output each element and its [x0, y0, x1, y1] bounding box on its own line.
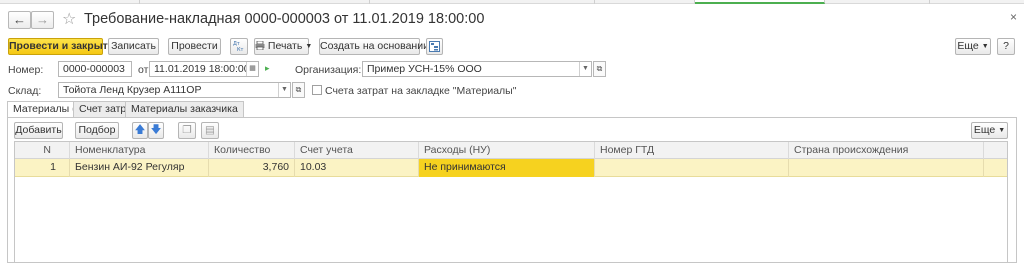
arrow-right-icon: →: [36, 12, 49, 27]
calendar-arrow-icon[interactable]: ▸: [265, 63, 270, 74]
page-title: Требование-накладная 0000-000003 от 11.0…: [84, 11, 485, 27]
cell-gtd[interactable]: [595, 159, 789, 177]
cell-country[interactable]: [789, 159, 984, 177]
chevron-down-icon: ▼: [998, 127, 1006, 134]
move-down-button[interactable]: 🡇: [148, 122, 164, 139]
table-row[interactable]: 1 Бензин АИ-92 Регуляр 3,760 10.03 Не пр…: [15, 159, 1007, 177]
column-header-expenses[interactable]: Расходы (НУ): [419, 142, 595, 159]
cell-expenses[interactable]: Не принимаются: [419, 159, 595, 177]
organization-field[interactable]: Пример УСН-15% ООО ▼: [362, 61, 592, 77]
date-value: 11.01.2019 18:00:00: [154, 63, 250, 75]
chevron-down-icon[interactable]: ▼: [579, 62, 591, 76]
arrow-up-icon: 🡅: [134, 124, 146, 136]
svg-text:Кт: Кт: [237, 47, 244, 52]
arrow-down-icon: 🡇: [150, 124, 162, 136]
title-bar: ← → ☆ Требование-накладная 0000-000003 о…: [0, 6, 1024, 34]
cost-accounts-checkbox-label: Счета затрат на закладке "Материалы": [325, 85, 517, 97]
create-based-on-button[interactable]: Создать на основании▼: [319, 38, 439, 55]
number-label: Номер:: [8, 64, 44, 76]
copy-row-button[interactable]: ❐: [178, 122, 196, 139]
warehouse-field[interactable]: Тойота Ленд Крузер А111ОР ▼: [58, 82, 291, 98]
window-tab[interactable]: [825, 0, 930, 4]
table-header: N Номенклатура Количество Счет учета Рас…: [15, 142, 1007, 159]
materials-table: N Номенклатура Количество Счет учета Рас…: [14, 141, 1008, 263]
structure-button[interactable]: [426, 38, 443, 55]
cell-n[interactable]: 1: [15, 159, 70, 177]
warehouse-value: Тойота Ленд Крузер А111ОР: [63, 84, 202, 96]
close-icon[interactable]: ×: [1010, 10, 1017, 24]
arrow-left-icon: ←: [13, 12, 26, 27]
structure-icon: [429, 41, 440, 52]
more-button[interactable]: Еще ▼: [955, 38, 991, 55]
chevron-down-icon[interactable]: ▼: [278, 83, 290, 97]
column-header-account[interactable]: Счет учета: [295, 142, 419, 159]
tab-customer-materials[interactable]: Материалы заказчика: [125, 101, 244, 117]
calendar-icon[interactable]: ▦: [246, 62, 258, 76]
open-link-icon: ⧉: [295, 85, 302, 94]
save-button[interactable]: Записать: [108, 38, 159, 55]
organization-value: Пример УСН-15% ООО: [367, 63, 482, 75]
paste-icon: ▤: [205, 124, 215, 136]
printer-icon: [255, 40, 265, 51]
column-header-item[interactable]: Номенклатура: [70, 142, 209, 159]
cell-quantity[interactable]: 3,760: [209, 159, 295, 177]
warehouse-label: Склад:: [8, 85, 42, 97]
forward-button[interactable]: →: [31, 11, 54, 29]
number-field[interactable]: 0000-000003: [58, 61, 132, 77]
date-field[interactable]: 11.01.2019 18:00:00 ▦: [149, 61, 259, 77]
cost-accounts-checkbox[interactable]: [312, 85, 322, 95]
chevron-down-icon: ▼: [981, 43, 989, 50]
open-link-icon: ⧉: [596, 64, 603, 73]
window-tab-active[interactable]: [695, 0, 825, 4]
copy-icon: ❐: [182, 124, 192, 136]
window-tab[interactable]: [595, 0, 695, 4]
number-value: 0000-000003: [63, 63, 125, 75]
window-tab[interactable]: [140, 0, 370, 4]
dt-kt-button[interactable]: Дт Кт: [230, 38, 248, 55]
paste-row-button[interactable]: ▤: [201, 122, 219, 139]
star-icon[interactable]: ☆: [62, 11, 76, 28]
add-row-button[interactable]: Добавить: [14, 122, 63, 139]
cell-account[interactable]: 10.03: [295, 159, 419, 177]
post-and-close-button[interactable]: Провести и закрыть: [8, 38, 114, 55]
organization-label: Организация:: [295, 64, 362, 76]
debit-credit-icon: Дт Кт: [233, 41, 244, 53]
move-up-button[interactable]: 🡅: [132, 122, 148, 139]
column-header-country[interactable]: Страна происхождения: [789, 142, 984, 159]
more-label: Еще: [973, 124, 996, 136]
column-header-n[interactable]: N: [15, 142, 70, 159]
chevron-down-icon: ▼: [305, 43, 313, 50]
window-tab[interactable]: [0, 0, 140, 4]
create-based-on-label: Создать на основании: [320, 40, 429, 52]
print-button[interactable]: Печать ▼: [254, 38, 313, 55]
window-tab[interactable]: [370, 0, 595, 4]
select-button[interactable]: Подбор: [75, 122, 119, 139]
column-header-gtd[interactable]: Номер ГТД: [595, 142, 789, 159]
print-label: Печать: [267, 40, 303, 52]
open-warehouse-button[interactable]: ⧉: [292, 82, 305, 98]
help-button[interactable]: ?: [997, 38, 1015, 55]
materials-more-button[interactable]: Еще ▼: [971, 122, 1008, 139]
cell-item[interactable]: Бензин АИ-92 Регуляр: [70, 159, 209, 177]
more-label: Еще: [957, 40, 979, 52]
column-header-quantity[interactable]: Количество: [209, 142, 295, 159]
window-tab-strip: [0, 0, 1024, 4]
open-organization-button[interactable]: ⧉: [593, 61, 606, 77]
back-button[interactable]: ←: [8, 11, 31, 29]
post-button[interactable]: Провести: [168, 38, 221, 55]
